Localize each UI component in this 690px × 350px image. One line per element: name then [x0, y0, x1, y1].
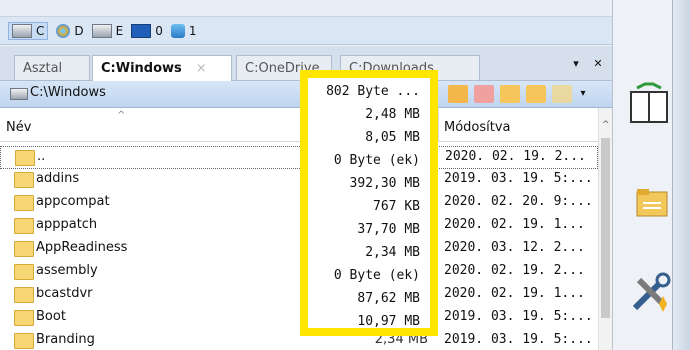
size-value: 37,70 MB: [357, 222, 420, 237]
list-item[interactable]: apppatch 2020. 02. 19. 1...: [0, 215, 598, 238]
drive-letter: D: [74, 23, 84, 38]
chevron-down-icon[interactable]: ▾: [578, 85, 588, 103]
tab-label: Asztal: [23, 61, 63, 76]
favorite-folder-icon[interactable]: [474, 85, 494, 103]
folder-icon: [14, 310, 34, 326]
file-name: addins: [36, 171, 80, 186]
scrollbar-thumb[interactable]: [601, 138, 610, 318]
size-highlight-popup: 802 Byte ... 2,48 MB 8,05 MB 0 Byte (ek)…: [300, 70, 438, 336]
file-name: ..: [37, 149, 46, 164]
file-date: 2019. 03. 19. 5:...: [444, 332, 593, 347]
file-date: 2020. 03. 12. 2...: [444, 240, 585, 255]
size-value: 10,97 MB: [357, 314, 420, 329]
hdd-icon: [12, 23, 32, 38]
drive-d-button[interactable]: D: [56, 23, 84, 38]
drive-c-button[interactable]: C: [8, 21, 49, 40]
file-name: Branding: [36, 332, 95, 347]
file-list: .. 2020. 02. 19. 2... addins 2019. 03. 1…: [0, 142, 598, 350]
folder-icon: [14, 218, 34, 234]
close-icon[interactable]: ×: [196, 61, 207, 76]
hdd-icon: [91, 23, 112, 38]
network-drive-icon: [170, 23, 185, 38]
file-name: Boot: [36, 309, 66, 324]
file-name: AppReadiness: [36, 240, 128, 255]
drive-letter: C: [36, 23, 45, 38]
copy-path-icon[interactable]: [552, 85, 572, 103]
list-item[interactable]: AppReadiness 2020. 03. 12. 2...: [0, 238, 598, 261]
file-name: bcastdvr: [36, 286, 93, 301]
drive-bar: C D E 0 1: [0, 17, 612, 45]
sort-indicator-icon: ^: [117, 110, 126, 121]
folder-icon: [14, 264, 34, 280]
size-value: 0 Byte (ek): [333, 268, 420, 283]
drive-letter: 0: [155, 23, 163, 38]
dvd-icon: [56, 23, 71, 38]
file-date: 2020. 02. 19. 2...: [445, 149, 586, 164]
tab-c-windows[interactable]: C:Windows ×: [92, 55, 232, 81]
drive-letter: 1: [188, 23, 197, 38]
folder-icon: [14, 195, 34, 211]
root-folder-icon[interactable]: [526, 85, 546, 103]
size-value: 2,48 MB: [365, 107, 420, 122]
refresh-icon[interactable]: [448, 85, 468, 103]
size-value: 87,62 MB: [357, 291, 420, 306]
window-edge: [672, 0, 690, 350]
tab-label: C:Windows: [101, 61, 182, 76]
hdd-icon: [10, 88, 28, 100]
list-item[interactable]: Boot 2019. 03. 19. 5:...: [0, 307, 598, 330]
vertical-scrollbar[interactable]: ^: [598, 108, 613, 350]
parent-folder-icon[interactable]: [500, 85, 520, 103]
column-modified-header[interactable]: Módosítva: [444, 120, 511, 135]
tools-icon[interactable]: [629, 270, 673, 314]
panel-layout-icon[interactable]: [627, 80, 671, 126]
drive-0-button[interactable]: 0: [131, 23, 163, 38]
tab-dropdown-button[interactable]: ▾: [566, 54, 586, 74]
top-toolbar-strip: [0, 0, 612, 17]
current-path: C:\Windows: [30, 85, 106, 100]
list-item[interactable]: assembly 2020. 02. 19. 2...: [0, 261, 598, 284]
file-date: 2020. 02. 19. 2...: [444, 263, 585, 278]
list-item[interactable]: appcompat 2020. 02. 20. 9:...: [0, 192, 598, 215]
column-divider[interactable]: [438, 108, 439, 141]
file-name: apppatch: [36, 217, 98, 232]
size-value: 8,05 MB: [365, 130, 420, 145]
size-value: 0 Byte (ek): [333, 153, 420, 168]
size-value: 2,34 MB: [365, 245, 420, 260]
folder-icon: [14, 172, 34, 188]
file-date: 2019. 03. 19. 5:...: [444, 309, 593, 324]
close-panel-button[interactable]: ✕: [588, 54, 608, 74]
usb-icon: [131, 23, 152, 38]
file-date: 2020. 02. 19. 1...: [444, 286, 585, 301]
folder-icon[interactable]: [635, 186, 669, 220]
folder-icon: [14, 287, 34, 303]
size-value: 767 KB: [373, 199, 420, 214]
list-item[interactable]: addins 2019. 03. 19. 5:...: [0, 169, 598, 192]
size-value: 802 Byte ...: [326, 84, 420, 99]
column-name-header[interactable]: Név: [6, 120, 31, 135]
folder-icon: [15, 150, 35, 166]
tab-asztal[interactable]: Asztal: [14, 55, 90, 80]
size-value: 392,30 MB: [349, 176, 420, 191]
scroll-up-icon[interactable]: ^: [602, 120, 610, 130]
file-date: 2020. 02. 20. 9:...: [444, 194, 593, 209]
folder-icon: [14, 241, 34, 257]
drive-e-button[interactable]: E: [91, 23, 124, 38]
list-item[interactable]: Branding 2,34 MB 2019. 03. 19. 5:...: [0, 330, 598, 350]
drive-letter: E: [115, 23, 124, 38]
list-item[interactable]: .. 2020. 02. 19. 2...: [0, 146, 598, 169]
list-item[interactable]: bcastdvr 2020. 02. 19. 1...: [0, 284, 598, 307]
file-date: 2019. 03. 19. 5:...: [444, 171, 593, 186]
drive-1-button[interactable]: 1: [170, 23, 197, 38]
file-name: appcompat: [36, 194, 110, 209]
file-name: assembly: [36, 263, 98, 278]
file-date: 2020. 02. 19. 1...: [444, 217, 585, 232]
folder-icon: [14, 333, 34, 349]
